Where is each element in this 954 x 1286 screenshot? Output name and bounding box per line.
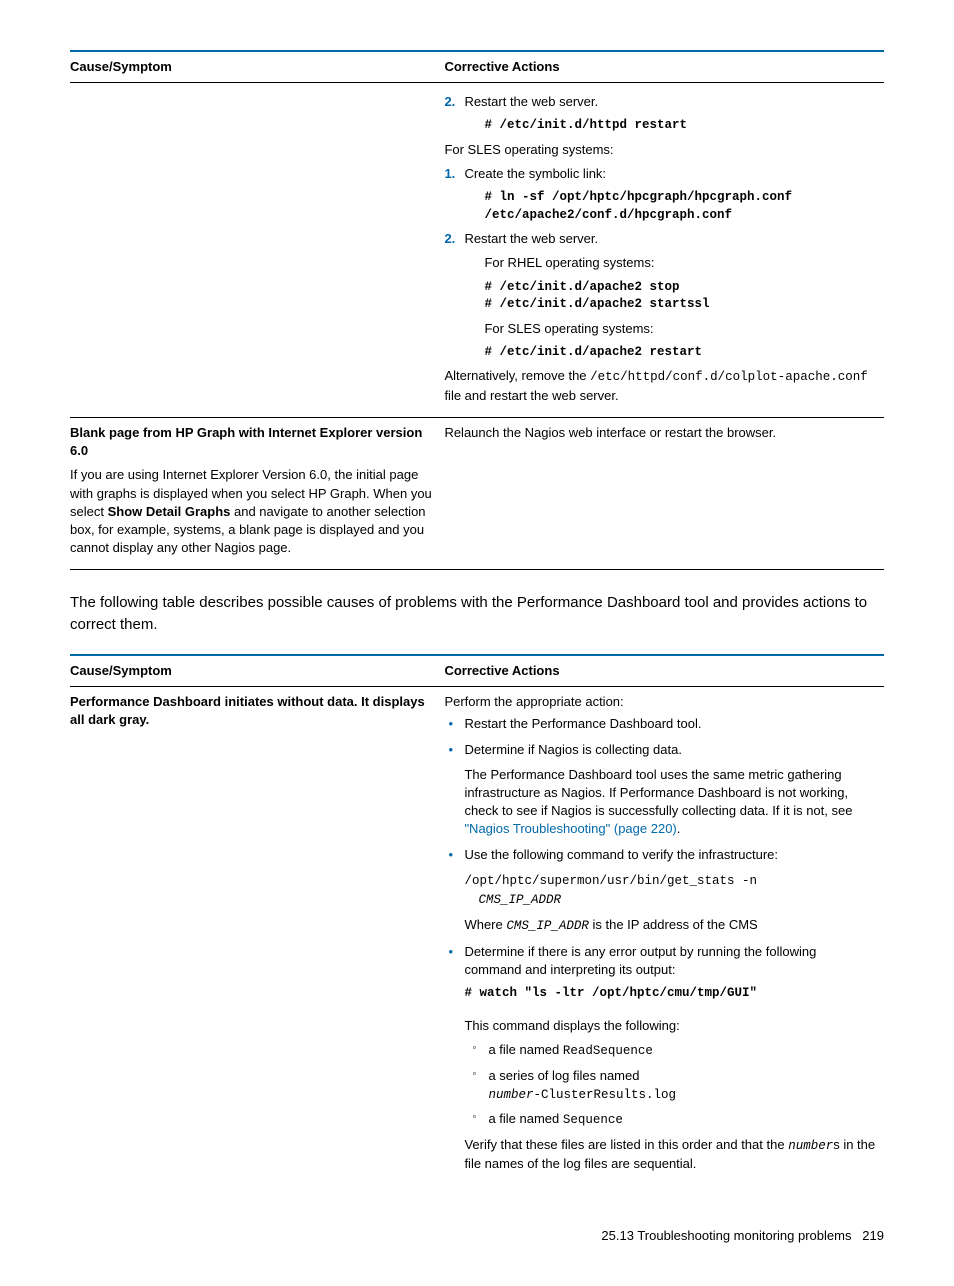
b3-cmd-b: CMS_IP_ADDR [464,893,561,907]
table-1-row-1: 2. Restart the web server. # /etc/init.d… [70,83,884,417]
b3: Use the following command to verify the … [444,846,876,935]
sles1-cmd-a: # ln -sf /opt/hptc/hpcgraph/hpcgraph.con… [484,189,876,207]
b4: Determine if there is any error output b… [444,943,876,1173]
c2-a: a series of log files named [488,1068,639,1083]
table-1: Cause/Symptom Corrective Actions 2. Rest… [70,52,884,569]
b2: Determine if Nagios is collecting data. … [444,741,876,838]
th-action-2: Corrective Actions [444,656,884,686]
b1-text: Restart the Performance Dashboard tool. [464,716,701,731]
alt-a: Alternatively, remove the [444,368,590,383]
table-2-header-row: Cause/Symptom Corrective Actions [70,656,884,686]
t2-intro: Perform the appropriate action: [444,693,876,711]
alt-b: file and restart the web server. [444,388,618,403]
c2-code-b: -ClusterResults.log [533,1088,676,1102]
b2-para-a: The Performance Dashboard tool uses the … [464,767,852,818]
c2-code-a: number [488,1088,533,1102]
b3-where-a: Where [464,917,506,932]
rhel-cmd-b: # /etc/init.d/apache2 startssl [484,296,876,314]
th-cause-2: Cause/Symptom [70,656,444,686]
alt-code: /etc/httpd/conf.d/colplot-apache.conf [590,370,868,384]
step-2-cmd: # /etc/init.d/httpd restart [464,117,876,135]
step-2-restart: 2. Restart the web server. # /etc/init.d… [444,93,876,135]
sles-step-2-text: Restart the web server. [464,231,598,246]
b2-para-b: . [677,821,681,836]
row2-title: Blank page from HP Graph with Internet E… [70,424,436,460]
row2-right: Relaunch the Nagios web interface or res… [444,425,776,440]
step-2-text: Restart the web server. [464,94,598,109]
c1: a file named ReadSequence [468,1041,876,1061]
sles-cmd: # /etc/init.d/apache2 restart [484,344,876,362]
sles-step-1: 1. Create the symbolic link: # ln -sf /o… [444,165,876,224]
page-footer: 25.13 Troubleshooting monitoring problem… [70,1227,884,1245]
b4-cmd: # watch "ls -ltr /opt/hptc/cmu/tmp/GUI" [464,985,876,1003]
c1-a: a file named [488,1042,562,1057]
table-2-row-1: Performance Dashboard initiates without … [70,687,884,1187]
b3-text: Use the following command to verify the … [464,847,778,862]
c3-a: a file named [488,1111,562,1126]
b3-where: Where CMS_IP_ADDR is the IP address of t… [464,916,876,936]
t2-left: Performance Dashboard initiates without … [70,694,425,727]
b4-after: This command displays the following: [464,1017,876,1035]
alt-text: Alternatively, remove the /etc/httpd/con… [444,367,876,405]
row2-body-bold: Show Detail Graphs [108,504,231,519]
b2-text: Determine if Nagios is collecting data. [464,742,682,757]
sles-step-1-text: Create the symbolic link: [464,166,606,181]
footer-section: 25.13 Troubleshooting monitoring problem… [601,1228,851,1243]
marker-2b: 2. [444,230,455,248]
c3-code: Sequence [563,1113,623,1127]
rhel-for: For RHEL operating systems: [464,254,876,272]
b3-cmd-a: /opt/hptc/supermon/usr/bin/get_stats -n [464,874,757,888]
sles-step-2: 2. Restart the web server. For RHEL oper… [444,230,876,361]
sles-intro: For SLES operating systems: [444,141,876,159]
verify: Verify that these files are listed in th… [464,1136,876,1174]
rhel-cmd-a: # /etc/init.d/apache2 stop [484,279,876,297]
table-2: Cause/Symptom Corrective Actions Perform… [70,656,884,1188]
row2-body: If you are using Internet Explorer Versi… [70,466,436,557]
th-action-1: Corrective Actions [444,52,884,82]
table-1-row-2: Blank page from HP Graph with Internet E… [70,418,884,570]
marker-2: 2. [444,93,455,111]
rule-bottom-1 [70,569,884,570]
c2: a series of log files named number-Clust… [468,1067,876,1105]
b3-where-code: CMS_IP_ADDR [506,919,589,933]
b4-text: Determine if there is any error output b… [464,944,816,977]
verify-code: number [788,1139,833,1153]
intro-paragraph: The following table describes possible c… [70,592,884,636]
c3: a file named Sequence [468,1110,876,1130]
nagios-troubleshooting-link[interactable]: "Nagios Troubleshooting" (page 220) [464,821,676,836]
marker-1: 1. [444,165,455,183]
b3-where-b: is the IP address of the CMS [589,917,758,932]
table-1-header-row: Cause/Symptom Corrective Actions [70,52,884,82]
th-cause-1: Cause/Symptom [70,52,444,82]
sles1-cmd-b: /etc/apache2/conf.d/hpcgraph.conf [484,207,876,225]
b1: Restart the Performance Dashboard tool. [444,715,876,733]
footer-page: 219 [862,1228,884,1243]
b2-para: The Performance Dashboard tool uses the … [464,766,876,839]
sles-for: For SLES operating systems: [464,320,876,338]
c1-code: ReadSequence [563,1044,653,1058]
verify-a: Verify that these files are listed in th… [464,1137,788,1152]
